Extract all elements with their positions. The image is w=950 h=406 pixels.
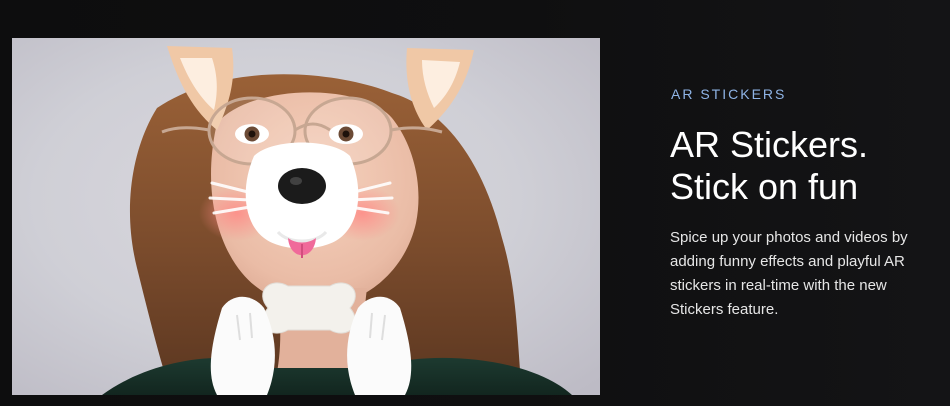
section-description: Spice up your photos and videos by addin… xyxy=(670,229,908,318)
ar-sticker-preview-image xyxy=(12,38,600,395)
portrait-illustration xyxy=(12,38,600,395)
bone-sticker-icon xyxy=(262,282,356,334)
feature-section: AR STICKERS AR Stickers. Stick on fun Sp… xyxy=(0,0,950,406)
section-eyebrow: AR STICKERS xyxy=(671,86,787,102)
section-title: AR Stickers. Stick on fun xyxy=(670,124,869,207)
feature-text: AR STICKERS AR Stickers. Stick on fun Sp… xyxy=(670,86,935,322)
